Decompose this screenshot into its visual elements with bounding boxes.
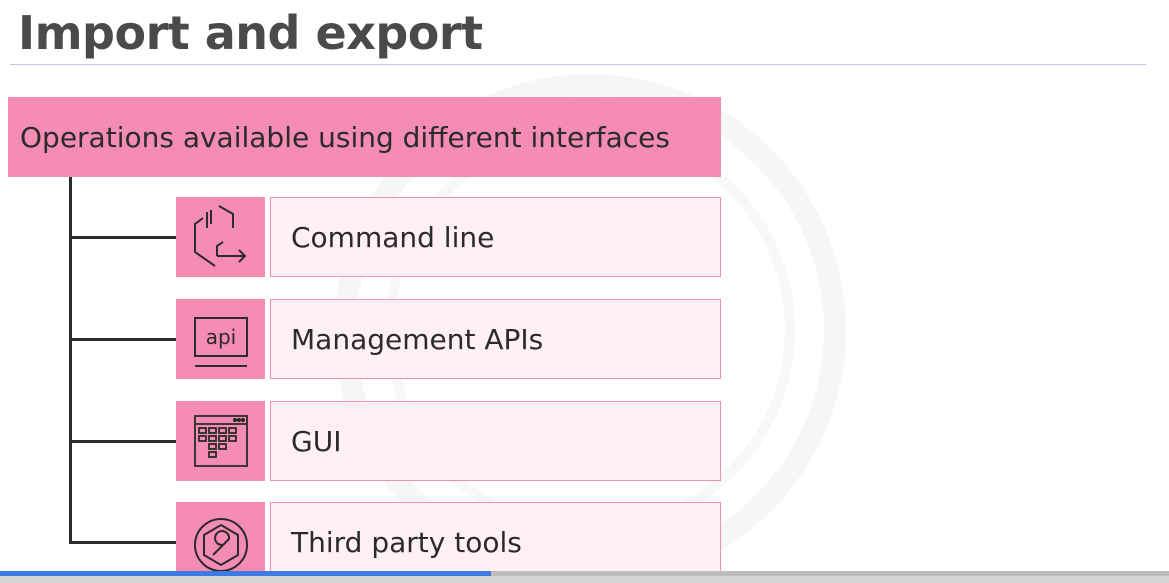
- tree-branch-line: [69, 440, 176, 443]
- item-label: GUI: [291, 424, 342, 458]
- item-label: Management APIs: [291, 322, 544, 356]
- watermark-logo: [334, 74, 846, 583]
- command-line-item: Command line: [270, 197, 721, 277]
- page-title: Import and export: [18, 6, 483, 60]
- progress-fill: [0, 571, 491, 576]
- diagram-header-label: Operations available using different int…: [20, 120, 670, 154]
- gui-item: GUI: [270, 401, 721, 481]
- title-divider: [10, 64, 1146, 65]
- api-icon-tile: api: [176, 299, 265, 379]
- wrench-hexagon-icon: [193, 518, 248, 572]
- progress-track: [0, 576, 1169, 583]
- command-line-icon-tile: [176, 197, 265, 277]
- command-line-icon: [193, 205, 246, 267]
- third-party-tools-item: Third party tools: [270, 502, 721, 582]
- video-progress-bar[interactable]: [0, 571, 1169, 583]
- slide: Import and export Operations available u…: [0, 0, 1169, 583]
- api-icon-text: api: [205, 325, 236, 349]
- item-label: Command line: [291, 220, 495, 254]
- gui-icon-tile: [176, 401, 265, 481]
- tree-branch-line: [69, 236, 176, 239]
- item-label: Third party tools: [291, 525, 522, 559]
- api-icon: api: [193, 317, 248, 367]
- diagram-header: Operations available using different int…: [8, 97, 721, 177]
- tree-trunk-line: [69, 177, 72, 543]
- gui-window-icon: [193, 415, 248, 467]
- management-apis-item: Management APIs: [270, 299, 721, 379]
- third-party-icon-tile: [176, 502, 265, 582]
- tree-branch-line: [69, 338, 176, 341]
- tree-branch-line: [69, 541, 176, 544]
